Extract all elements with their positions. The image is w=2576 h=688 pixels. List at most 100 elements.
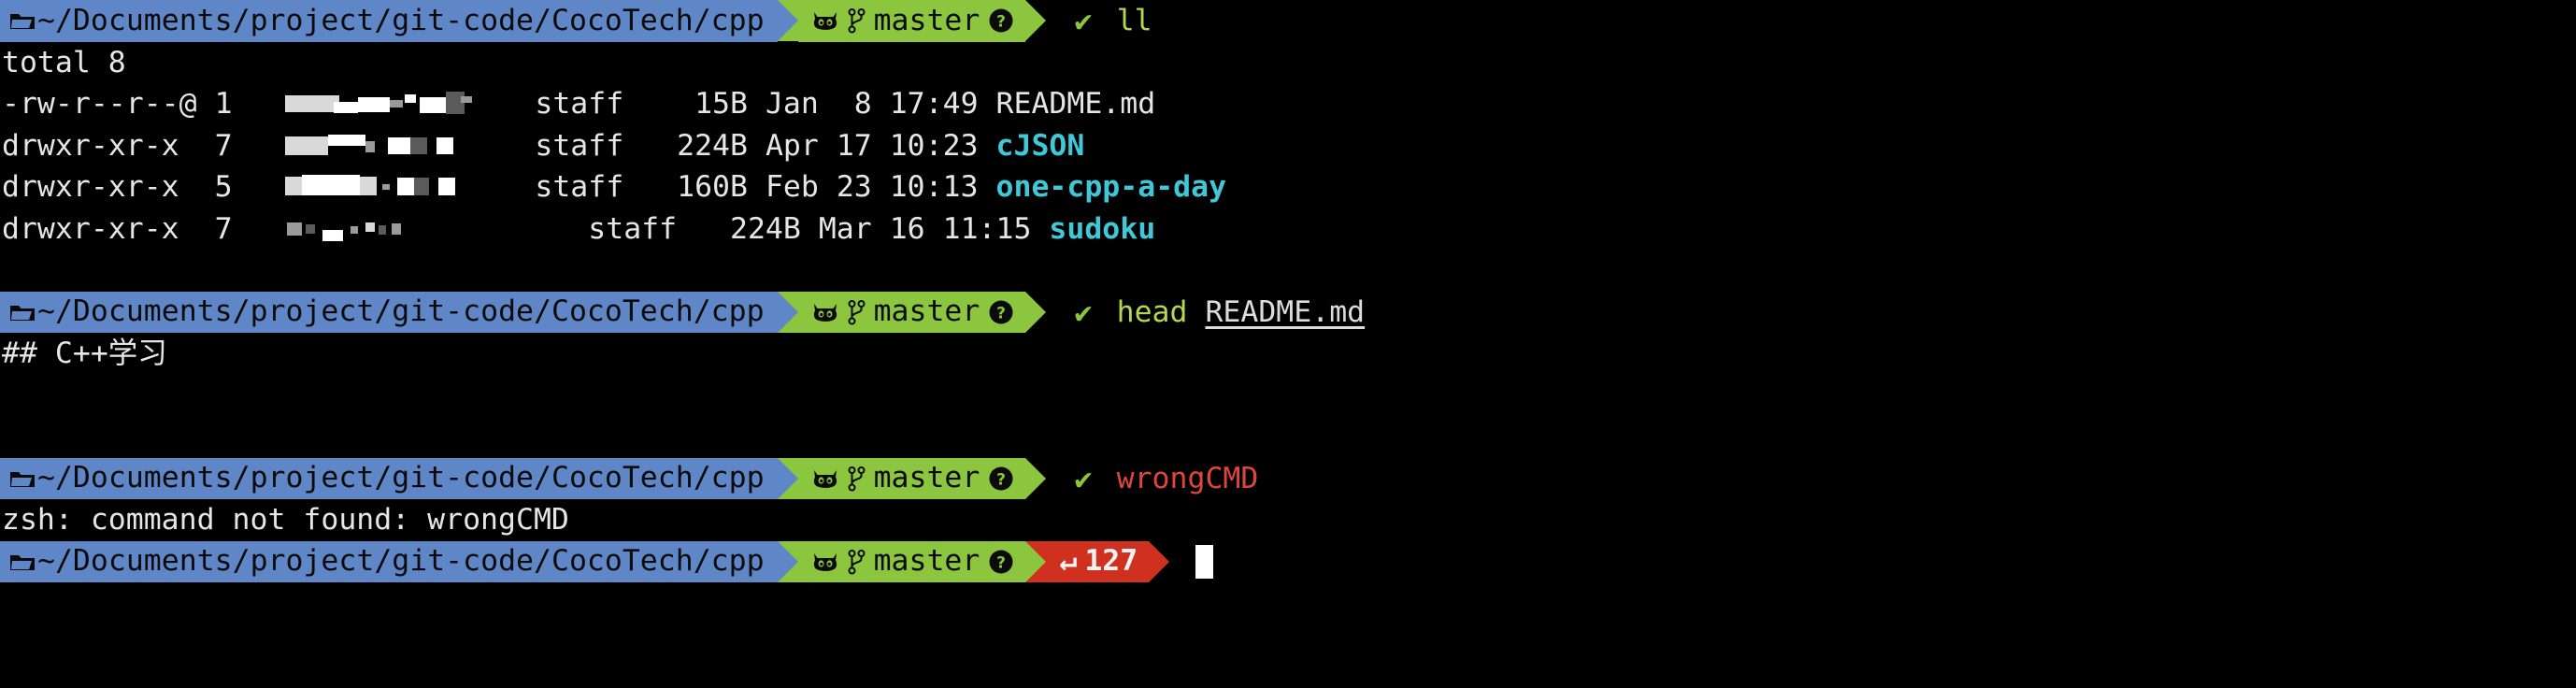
github-octocat-icon <box>811 465 839 493</box>
row-day: 23 <box>836 170 872 204</box>
row-gap <box>979 166 996 208</box>
row-gap <box>872 83 890 125</box>
row-name[interactable]: README.md <box>996 83 1156 125</box>
row-group: staff <box>535 128 624 163</box>
table-row: drwxr-xr-x 7 staff 224B Mar 16 11:15 sud… <box>0 208 2576 251</box>
prompt-line-3: ~/Documents/project/git-code/CocoTech/cp… <box>0 457 2576 500</box>
command-input-3[interactable]: wrongCMD <box>1093 458 1259 500</box>
row-gap <box>819 125 837 167</box>
prompt-path-text-2: ~/Documents/project/git-code/CocoTech/cp… <box>37 294 765 328</box>
row-size: 15B <box>694 87 748 121</box>
row-gap <box>801 208 819 251</box>
github-octocat-icon <box>811 548 839 576</box>
head-output-line: ## C++学习 <box>2 337 167 370</box>
table-row: drwxr-xr-x 5 staff 160B Feb 23 10:13 one… <box>0 166 2576 208</box>
row-gap <box>481 83 535 125</box>
row-gap <box>179 208 215 251</box>
prompt-separator-4b <box>1025 540 1047 582</box>
row-month: Apr <box>765 128 819 163</box>
prompt-path-text-1: ~/Documents/project/git-code/CocoTech/cp… <box>37 3 765 37</box>
row-name[interactable]: cJSON <box>996 125 1085 167</box>
row-time: 10:13 <box>889 170 979 204</box>
text-cursor <box>1195 544 1214 579</box>
row-time: 11:15 <box>942 211 1032 246</box>
row-size: 224B <box>677 128 748 163</box>
row-gap <box>179 125 215 167</box>
command-name-1: ll <box>1116 4 1152 37</box>
prompt-separator-4a <box>777 540 798 582</box>
row-gap <box>623 83 694 125</box>
command-input-1[interactable]: ll <box>1093 0 1152 42</box>
row-group: staff <box>588 211 678 246</box>
row-time: 10:23 <box>889 128 979 163</box>
error-output-line: zsh: command not found: wrongCMD <box>2 503 569 537</box>
row-name[interactable]: sudoku <box>1049 208 1155 251</box>
row-gap <box>748 83 766 125</box>
row-gap <box>872 125 890 167</box>
git-branch-icon <box>848 299 866 325</box>
status-check-icon-3: ✔ <box>1074 460 1093 496</box>
prompt-separator-2b <box>1025 291 1047 333</box>
question-mark-badge-icon: ? <box>988 466 1014 492</box>
row-gap <box>197 83 215 125</box>
row-gap <box>1031 208 1049 251</box>
row-gap <box>979 125 996 167</box>
question-mark-badge-icon: ? <box>988 549 1014 575</box>
row-gap <box>872 208 890 251</box>
row-permissions: drwxr-xr-x <box>2 128 179 163</box>
row-links: 7 <box>214 211 233 246</box>
svg-text:?: ? <box>996 553 1006 572</box>
prompt-line-1: ~/Documents/project/git-code/CocoTech/cp… <box>0 0 2576 42</box>
question-mark-badge-icon: ? <box>988 7 1014 34</box>
git-branch-icon <box>848 466 866 492</box>
row-permissions: -rw-r--r--@ <box>2 87 197 121</box>
row-gap <box>748 166 766 208</box>
status-check-icon-1: ✔ <box>1074 3 1093 38</box>
row-owner-redacted <box>285 134 481 158</box>
prompt-git-segment-2: master ? <box>797 291 1026 333</box>
github-octocat-icon <box>811 298 839 326</box>
row-links: 7 <box>214 128 233 163</box>
table-row: drwxr-xr-x 7 staff 224B Apr 17 10:23 cJS… <box>0 125 2576 167</box>
folder-icon <box>9 9 36 32</box>
prompt-branch-text-3: master <box>873 461 980 494</box>
status-check-icon-2: ✔ <box>1074 294 1093 330</box>
prompt-separator-3a <box>777 457 798 499</box>
row-month: Feb <box>765 170 819 204</box>
row-permissions: drwxr-xr-x <box>2 170 179 204</box>
command-input-4[interactable] <box>1169 541 1214 583</box>
command-argument-2: README.md <box>1205 294 1366 329</box>
git-branch-icon <box>848 549 866 575</box>
row-links: 1 <box>214 87 233 121</box>
prompt-path-text-3: ~/Documents/project/git-code/CocoTech/cp… <box>37 461 765 494</box>
row-gap <box>819 83 854 125</box>
command-name-2: head <box>1116 294 1188 329</box>
svg-text:?: ? <box>996 470 1006 489</box>
row-name[interactable]: one-cpp-a-day <box>996 166 1227 208</box>
row-gap <box>819 166 837 208</box>
svg-text:?: ? <box>996 304 1006 322</box>
row-month: Jan <box>765 87 819 121</box>
row-group: staff <box>535 87 624 121</box>
row-permissions: drwxr-xr-x <box>2 211 179 246</box>
row-gap <box>233 208 286 251</box>
row-gap <box>481 166 535 208</box>
git-branch-icon <box>848 7 866 34</box>
row-gap <box>481 208 588 251</box>
command-input-2[interactable]: head _ README.md <box>1093 292 1366 334</box>
prompt-git-segment-1: master ? <box>797 0 1026 42</box>
terminal-window[interactable]: ~/Documents/project/git-code/CocoTech/cp… <box>0 0 2576 688</box>
row-month: Mar <box>818 211 872 246</box>
row-links: 5 <box>214 170 233 204</box>
row-gap <box>748 125 766 167</box>
svg-text:?: ? <box>996 13 1006 32</box>
prompt-exit-code-segment: ↵ 127 <box>1046 540 1150 582</box>
row-gap <box>623 166 677 208</box>
row-gap <box>481 125 535 167</box>
prompt-separator-1b <box>1025 0 1047 41</box>
row-gap <box>233 166 286 208</box>
prompt-line-2: ~/Documents/project/git-code/CocoTech/cp… <box>0 291 2576 334</box>
row-gap <box>623 125 677 167</box>
